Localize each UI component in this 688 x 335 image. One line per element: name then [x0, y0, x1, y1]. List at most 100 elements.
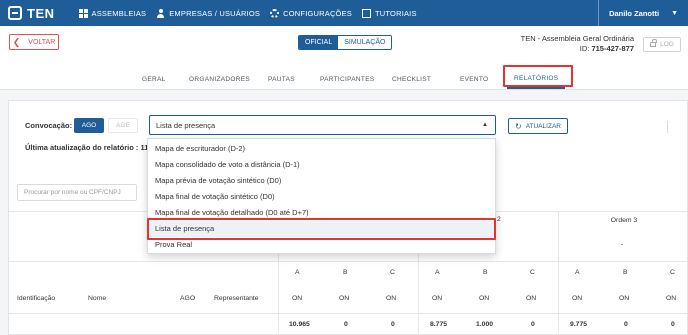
report-option[interactable]: Mapa prévia de votação sintético (D0) — [148, 173, 497, 189]
nav-tutoriais[interactable]: TUTORIAIS — [362, 8, 417, 18]
share-type: ON — [432, 295, 443, 302]
meeting-info: TEN - Assembleia Geral Ordinária ID: 715… — [521, 34, 634, 54]
external-link-icon — [362, 8, 371, 18]
user-menu[interactable]: Danilo Zanotti ▼ — [598, 0, 678, 26]
tab-pautas[interactable]: PAUTAS — [268, 69, 295, 89]
report-option[interactable]: Mapa final de votação detalhado (D0 até … — [148, 205, 497, 221]
total-value: 1.000 — [476, 321, 494, 328]
tab-evento[interactable]: EVENTO — [460, 69, 488, 89]
tab-participantes[interactable]: PARTICIPANTES — [320, 69, 374, 89]
nav-label: EMPRESAS / USUÁRIOS — [169, 8, 261, 18]
column-header-ago: AGO — [180, 295, 196, 302]
back-button[interactable]: ❮ VOLTAR — [9, 34, 59, 50]
meeting-id-label: ID: — [579, 44, 590, 53]
convocation-ago-button[interactable]: AGO — [74, 118, 104, 133]
share-type: ON — [292, 295, 303, 302]
column-letter: B — [623, 269, 628, 276]
nav-configuracoes[interactable]: CONFIGURAÇÕES — [270, 8, 352, 18]
lock-icon — [650, 39, 657, 47]
convocation-label: Convocação: — [25, 121, 73, 130]
update-label: ATUALIZAR — [525, 122, 561, 130]
grid-icon — [78, 8, 88, 18]
user-name: Danilo Zanotti — [609, 8, 660, 18]
report-option-selected[interactable]: Lista de presença — [148, 221, 497, 237]
mode-official-button[interactable]: OFICIAL — [299, 36, 339, 49]
share-type: ON — [526, 295, 537, 302]
mode-toggle: OFICIAL SIMULAÇÃO — [298, 35, 393, 50]
mode-simulation-button[interactable]: SIMULAÇÃO — [338, 36, 392, 49]
total-value: 0 — [671, 321, 675, 328]
column-letter: C — [530, 269, 535, 276]
column-divider — [558, 211, 559, 335]
tab-organizadores[interactable]: ORGANIZADORES — [189, 69, 250, 89]
share-type: ON — [479, 295, 490, 302]
column-letter: A — [575, 269, 580, 276]
refresh-icon: ↻ — [515, 121, 522, 131]
nav-empresas-usuarios[interactable]: EMPRESAS / USUÁRIOS — [156, 8, 261, 18]
total-value: 9.775 — [570, 321, 588, 328]
divider — [667, 121, 668, 133]
report-dropdown-menu: Mapa de escriturador (D-2) Mapa consolid… — [147, 138, 497, 254]
table-divider — [9, 313, 688, 314]
share-type: ON — [619, 295, 630, 302]
report-option[interactable]: Mapa consolidado de voto a distância (D-… — [148, 157, 497, 173]
column-header-nome: Nome — [88, 295, 107, 302]
total-value: 0 — [391, 321, 395, 328]
meeting-title: TEN - Assembleia Geral Ordinária — [520, 34, 634, 43]
chevron-down-icon: ▼ — [671, 9, 678, 17]
column-letter: A — [295, 269, 300, 276]
report-option[interactable]: Prova Real — [148, 237, 497, 253]
share-type: ON — [666, 295, 677, 302]
share-type: ON — [339, 295, 350, 302]
nav-label: ASSEMBLEIAS — [91, 8, 147, 18]
share-type: ON — [572, 295, 583, 302]
nav-assembleias[interactable]: ASSEMBLEIAS — [78, 8, 147, 18]
total-value: 8.775 — [430, 321, 448, 328]
log-button[interactable]: LOG — [643, 37, 681, 52]
page-header: ❮ VOLTAR OFICIAL SIMULAÇÃO TEN - Assembl… — [0, 26, 688, 90]
tab-relatorios[interactable]: RELATÓRIOS — [507, 69, 566, 89]
gear-icon — [270, 8, 280, 18]
tab-checklist[interactable]: CHECKLIST — [392, 69, 431, 89]
meeting-id: 715-427-877 — [591, 44, 634, 53]
column-letter: C — [390, 269, 395, 276]
last-update-label: Última atualização do relatório : 11, — [25, 143, 151, 152]
share-type: ON — [386, 295, 397, 302]
main-nav: ASSEMBLEIAS EMPRESAS / USUÁRIOS CONFIGUR… — [78, 8, 427, 18]
meeting-id-line: ID: 715-427-877 — [521, 44, 634, 54]
column-header-representante: Representante — [214, 295, 259, 302]
column-header-identificacao: Identificação — [17, 295, 56, 302]
column-letter: B — [343, 269, 348, 276]
order-2-header: 2 — [497, 216, 501, 223]
back-label: VOLTAR — [28, 38, 56, 46]
column-letter: B — [483, 269, 488, 276]
table-divider — [9, 261, 688, 262]
nav-label: TUTORIAIS — [375, 8, 417, 18]
caret-up-icon: ▲ — [482, 122, 488, 128]
app-logo[interactable]: TEN — [8, 6, 55, 21]
search-input[interactable]: Procurar por nome ou CPF/CNPJ — [17, 184, 137, 201]
column-letter: C — [670, 269, 675, 276]
report-option[interactable]: Mapa final de votação sintético (D0) — [148, 189, 497, 205]
report-select[interactable]: Lista de presença ▲ — [149, 115, 496, 135]
total-value: 10.965 — [289, 321, 310, 328]
nav-label: CONFIGURAÇÕES — [283, 8, 352, 18]
ten-logo-icon — [8, 6, 22, 20]
total-value: 0 — [624, 321, 628, 328]
tab-bar: GERAL ORGANIZADORES PAUTAS PARTICIPANTES… — [0, 69, 688, 89]
column-letter: A — [435, 269, 440, 276]
report-select-value: Lista de presença — [156, 120, 216, 130]
user-icon — [156, 8, 165, 18]
total-value: 0 — [344, 321, 348, 328]
convocation-age-button[interactable]: AGE — [108, 118, 138, 133]
update-button[interactable]: ↻ ATUALIZAR — [508, 118, 568, 134]
logo-text: TEN — [27, 5, 55, 21]
order-3-header: Ordem 3 — [610, 217, 638, 224]
order-3-value: - — [621, 241, 624, 248]
log-label: LOG — [660, 41, 674, 48]
tab-geral[interactable]: GERAL — [142, 69, 166, 89]
top-navbar: TEN ASSEMBLEIAS EMPRESAS / USUÁRIOS CONF… — [0, 0, 688, 26]
report-option[interactable]: Mapa de escriturador (D-2) — [148, 141, 497, 157]
chevron-left-icon: ❮ — [12, 36, 21, 47]
total-value: 0 — [531, 321, 535, 328]
